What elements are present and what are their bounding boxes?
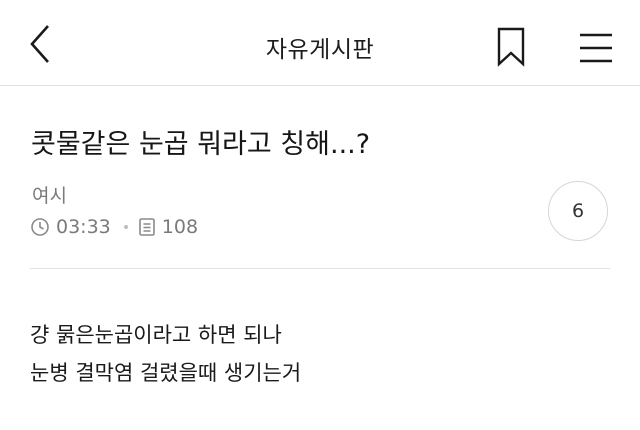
comment-count: 6 [571, 200, 585, 222]
bookmark-icon [497, 27, 525, 67]
post-body: 걍 묽은눈곱이라고 하면 되나 눈병 결막염 걸렸을때 생기는거 [30, 316, 301, 392]
menu-button[interactable] [576, 28, 616, 66]
board-title: 자유게시판 [265, 37, 375, 63]
comment-count-button[interactable]: 6 [548, 181, 608, 241]
post-body-line: 눈병 결막염 걸렸을때 생기는거 [30, 361, 302, 385]
hamburger-menu-icon [580, 33, 612, 63]
top-bar: 자유게시판 [0, 0, 640, 86]
clock-icon [31, 218, 49, 236]
divider [30, 268, 610, 269]
post-body-line: 걍 묽은눈곱이라고 하면 되나 [30, 323, 282, 347]
separator-dot [123, 225, 128, 229]
post-time: 03:33 [56, 216, 111, 238]
post-title: 콧물같은 눈곱 뭐라고 칭해...? [31, 129, 371, 160]
bookmark-button[interactable] [494, 26, 528, 68]
view-count: 108 [161, 216, 199, 238]
views-icon [138, 218, 155, 236]
post-meta: 03:33 108 [30, 213, 198, 241]
author-name[interactable]: 여시 [32, 181, 67, 208]
